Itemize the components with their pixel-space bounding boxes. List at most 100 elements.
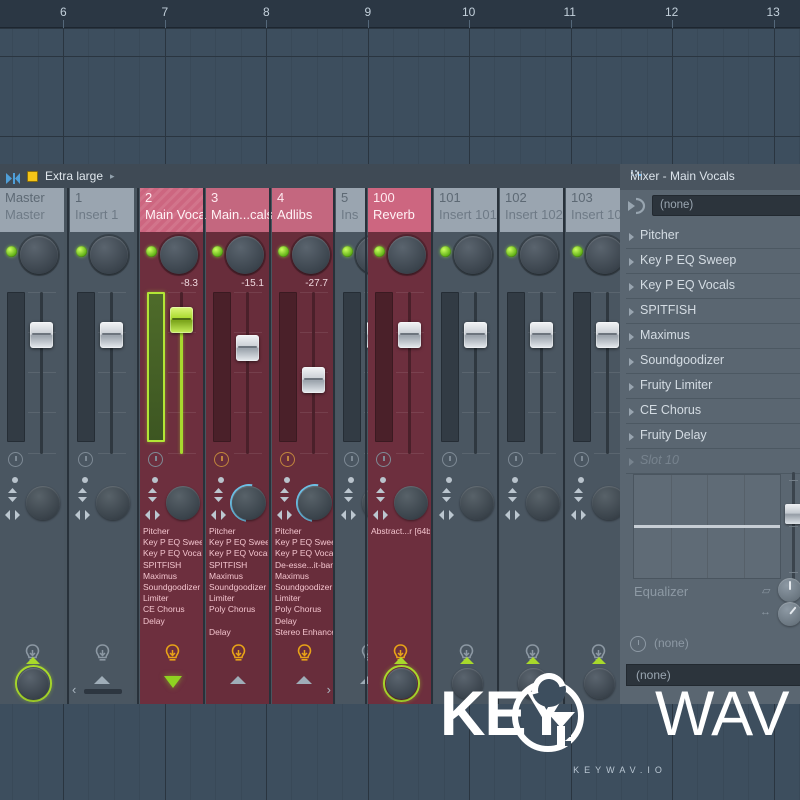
mixer-channel-strip[interactable]: 102Insert 102 [500,188,564,704]
chevron-right-icon[interactable] [629,433,634,441]
send-to-master-icon[interactable] [296,644,313,666]
channel-pan-knob[interactable] [298,486,332,520]
pan-icon[interactable] [145,508,160,522]
fader-rail[interactable] [246,292,249,454]
route-up-arrow-icon[interactable] [592,657,606,664]
channel-header[interactable]: 5Ins [336,188,366,232]
clock-icon[interactable] [280,452,295,467]
plugin-name[interactable]: Maximus [143,571,202,582]
channel-header[interactable]: 101Insert 101 [434,188,498,232]
plugin-name[interactable]: Limiter [275,593,334,604]
channel-fader-handle[interactable] [398,322,421,348]
plugin-name[interactable]: Pitcher [275,526,334,537]
channel-header[interactable]: 2Main Vocals [140,188,204,232]
channel-volume-knob[interactable] [388,236,426,274]
send-level-knob[interactable] [584,668,615,699]
channel-enable-led[interactable] [212,246,223,257]
scroll-right-icon[interactable]: › [327,682,331,697]
channel-pan-knob[interactable] [26,486,60,520]
plugin-name[interactable]: Poly Chorus [209,604,268,615]
channel-name[interactable]: Insert 102 [505,207,563,222]
effect-slot[interactable]: SPITFISH [626,299,800,324]
scroll-left-icon[interactable]: ‹ [72,682,76,697]
chevron-right-icon[interactable]: ▸ [110,171,115,182]
equalizer-display[interactable] [633,474,781,579]
mixer-channel-strip[interactable]: 103Insert 103 [566,188,620,704]
pan-icon[interactable] [505,508,520,522]
playlist-time-ruler[interactable]: 678910111213 [0,0,800,28]
plugin-name[interactable]: Pitcher [143,526,202,537]
plugin-name[interactable]: Delay [275,616,334,627]
effect-slot[interactable]: Fruity Delay [626,424,800,449]
effect-slot-label[interactable]: Fruity Delay [640,428,707,442]
mixer-channel-strip[interactable]: 101Insert 101 [434,188,498,704]
plugin-name[interactable]: Maximus [209,571,268,582]
mixer-size-label[interactable]: Extra large [45,169,103,183]
channel-header[interactable]: 4Adlibs [272,188,334,232]
chevron-right-icon[interactable] [629,408,634,416]
send-to-master-icon[interactable] [230,644,247,666]
channel-name[interactable]: Reverb [373,207,415,222]
effect-slot[interactable]: Fruity Limiter [626,374,800,399]
channel-header[interactable]: MasterMaster [0,188,64,232]
channel-header[interactable]: 100Reverb [368,188,432,232]
plugin-name[interactable]: De-esse...it-band [275,560,334,571]
plugin-name[interactable]: Poly Chorus [275,604,334,615]
channel-dot-indicator[interactable] [12,477,18,483]
fader-rail[interactable] [40,292,43,454]
channel-plugin-list[interactable]: PitcherKey P EQ SweepKey P EQ VocalsSPIT… [143,526,202,641]
send-level-knob[interactable] [518,668,549,699]
clock-icon[interactable] [344,452,359,467]
stereo-separation-icon[interactable] [6,488,19,502]
clock-icon[interactable] [574,452,589,467]
route-up-arrow-icon[interactable] [230,676,246,684]
mixer-channel-strip[interactable]: MasterMaster [0,188,64,704]
stereo-separation-icon[interactable] [506,488,519,502]
channel-dot-indicator[interactable] [218,477,224,483]
effect-slot[interactable]: Pitcher [626,224,800,249]
channel-dot-indicator[interactable] [82,477,88,483]
plugin-name[interactable]: Abstract...r [64bit] [371,526,430,537]
pan-icon[interactable] [373,508,388,522]
effect-slot[interactable]: Maximus [626,324,800,349]
fader-rail[interactable] [110,292,113,454]
channel-name[interactable]: Insert 1 [75,207,118,222]
effect-slot-label[interactable]: Key P EQ Sweep [640,253,736,267]
send-to-master-icon[interactable] [94,644,111,666]
chevron-right-icon[interactable] [629,283,634,291]
clock-icon[interactable] [78,452,93,467]
pan-icon[interactable] [5,508,20,522]
plugin-name[interactable]: Maximus [275,571,334,582]
plugin-name[interactable]: CE Chorus [143,604,202,615]
effect-slot-label[interactable]: Pitcher [640,228,679,242]
channel-enable-led[interactable] [572,246,583,257]
plugin-name[interactable]: Soundgoodizer [143,582,202,593]
channel-dot-indicator[interactable] [446,477,452,483]
clock-icon[interactable] [508,452,523,467]
plugin-name[interactable] [209,616,268,627]
channel-volume-knob[interactable] [292,236,330,274]
mixer-channel-strip[interactable]: 1Insert 1‹ [70,188,134,704]
chevron-right-icon[interactable] [629,308,634,316]
channel-volume-knob[interactable] [90,236,128,274]
chevron-right-icon[interactable] [629,358,634,366]
plugin-name[interactable]: SPITFISH [143,560,202,571]
channel-pan-knob[interactable] [166,486,200,520]
channel-enable-led[interactable] [506,246,517,257]
pan-icon[interactable] [75,508,90,522]
effect-slot[interactable]: Soundgoodizer [626,349,800,374]
channel-header[interactable]: 102Insert 102 [500,188,564,232]
channel-fader-handle[interactable] [596,322,619,348]
fader-rail[interactable] [606,292,609,454]
channel-pan-knob[interactable] [526,486,560,520]
close-icon[interactable] [630,169,642,181]
scrollbar-thumb[interactable] [84,689,122,694]
channel-pan-knob[interactable] [460,486,494,520]
channel-volume-knob[interactable] [160,236,198,274]
channel-input-row[interactable]: (none) [626,194,800,218]
pan-icon[interactable] [439,508,454,522]
channel-scroll-row[interactable]: › [272,684,334,698]
plugin-name[interactable]: Soundgoodizer [209,582,268,593]
channel-enable-led[interactable] [6,246,17,257]
channel-volume-knob[interactable] [226,236,264,274]
